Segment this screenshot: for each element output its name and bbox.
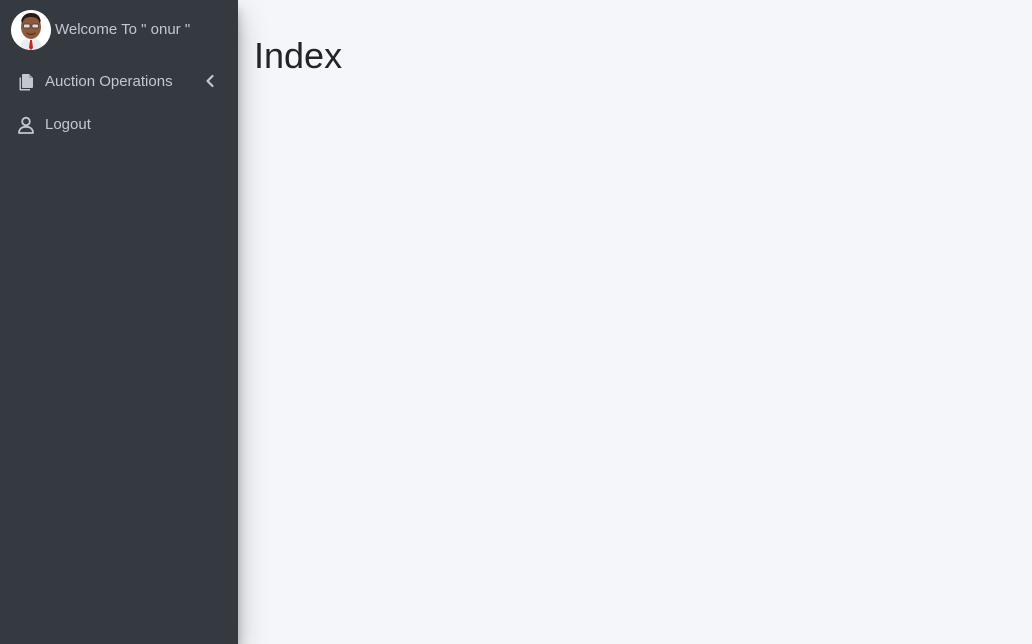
user-panel[interactable]: Welcome To " onur ": [11, 10, 190, 50]
copy-icon: [17, 73, 35, 91]
sidebar: Welcome To " onur " Auction Operations L…: [0, 0, 238, 644]
chevron-left-icon[interactable]: [204, 74, 216, 88]
app-layout: Welcome To " onur " Auction Operations L…: [0, 0, 1032, 644]
sidebar-item-label: Auction Operations: [45, 72, 173, 90]
sidebar-item-logout[interactable]: Logout: [0, 103, 238, 146]
main-content: Index: [238, 0, 1032, 644]
user-icon: [17, 116, 35, 134]
sidebar-item-label: Logout: [45, 115, 91, 133]
sidebar-item-auction-operations[interactable]: Auction Operations: [0, 60, 238, 103]
user-avatar-icon[interactable]: [11, 10, 51, 50]
user-welcome-text[interactable]: Welcome To " onur ": [55, 20, 190, 40]
page-title: Index: [254, 35, 343, 76]
sidebar-nav: Auction Operations Logout: [0, 60, 238, 146]
